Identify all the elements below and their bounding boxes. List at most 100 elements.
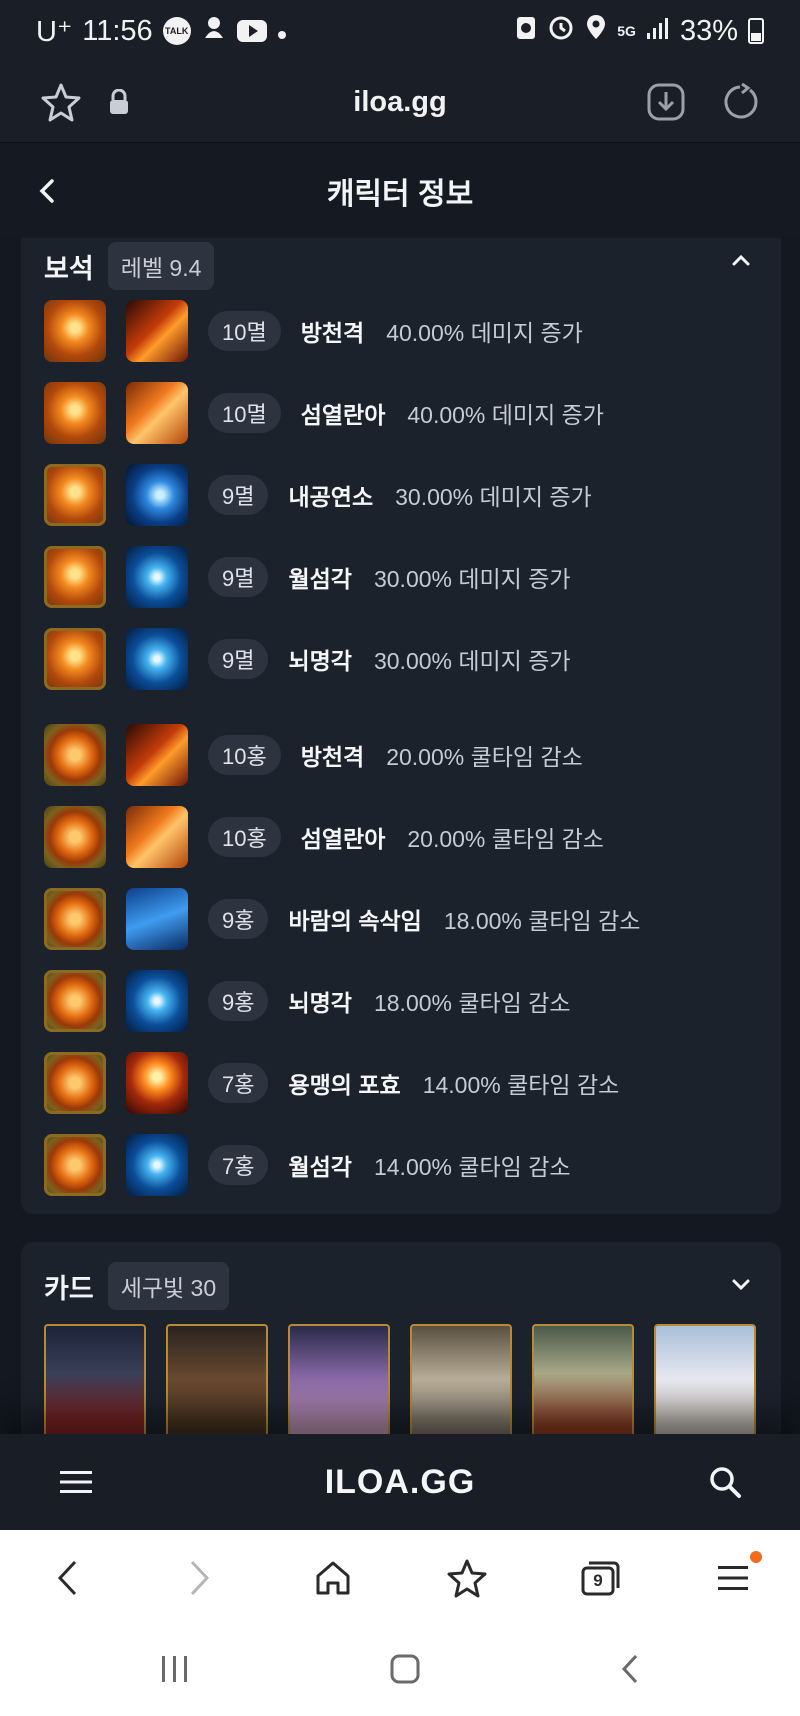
skill-icon xyxy=(126,382,188,444)
youtube-icon xyxy=(236,20,267,42)
status-bar: U⁺ 11:56 TALK 5G 33% xyxy=(0,0,800,62)
battery-level: 33% xyxy=(679,14,738,47)
gem-effect: 30.00% 데미지 증가 xyxy=(373,648,571,674)
gems-header: 보석 레벨 9.4 xyxy=(44,242,215,290)
gem-effect: 14.00% 쿨타임 감소 xyxy=(373,1154,571,1180)
crimson-flame-gem-icon xyxy=(44,806,106,868)
gem-row[interactable]: 9멸 뇌명각 30.00% 데미지 증가 xyxy=(44,628,571,690)
gem-effect: 18.00% 쿨타임 감소 xyxy=(373,990,571,1016)
notification-icon xyxy=(201,14,227,48)
tab-count: 9 xyxy=(593,1571,603,1590)
expand-chevron-down-icon[interactable] xyxy=(729,1272,753,1301)
annihilation-gem-icon xyxy=(44,382,106,444)
system-back-icon[interactable] xyxy=(619,1652,641,1691)
card-image[interactable] xyxy=(44,1324,146,1442)
skill-icon xyxy=(126,464,188,526)
gem-level-pill: 10멸 xyxy=(208,311,281,351)
reload-icon[interactable] xyxy=(720,82,760,122)
gem-row[interactable]: 10홍 방천격 20.00% 쿨타임 감소 xyxy=(44,724,583,786)
home-icon[interactable] xyxy=(298,1543,368,1613)
network-5g-label: 5G xyxy=(617,23,636,39)
skill-icon xyxy=(126,970,188,1032)
battery-icon xyxy=(748,18,764,44)
cards-title: 카드 xyxy=(44,1273,94,1304)
crimson-flame-gem-icon xyxy=(44,1052,106,1114)
gem-row[interactable]: 9홍 바람의 속삭임 18.00% 쿨타임 감소 xyxy=(44,888,640,950)
cards-panel: 카드 세구빛 30 xyxy=(21,1242,781,1442)
skill-name: 월섬각 xyxy=(288,566,352,592)
hamburger-menu-icon[interactable] xyxy=(58,1468,94,1496)
annihilation-gem-icon xyxy=(44,546,106,608)
cards-header: 카드 세구빛 30 xyxy=(44,1262,230,1310)
gems-title: 보석 xyxy=(44,253,94,284)
skill-name: 뇌명각 xyxy=(288,648,352,674)
recycle-icon xyxy=(515,13,537,49)
card-image[interactable] xyxy=(410,1324,512,1442)
skill-icon xyxy=(126,546,188,608)
skill-name: 내공연소 xyxy=(288,484,374,510)
skill-name: 뇌명각 xyxy=(288,990,352,1016)
gem-effect: 40.00% 데미지 증가 xyxy=(407,402,604,428)
gem-row[interactable]: 9멸 월섬각 30.00% 데미지 증가 xyxy=(44,546,571,608)
gem-effect: 14.00% 쿨타임 감소 xyxy=(422,1072,620,1098)
gem-level-pill: 10멸 xyxy=(208,393,281,433)
gem-effect: 40.00% 데미지 증가 xyxy=(386,320,583,346)
recent-apps-icon[interactable] xyxy=(159,1654,191,1689)
gem-row[interactable]: 9홍 뇌명각 18.00% 쿨타임 감소 xyxy=(44,970,571,1032)
site-logo[interactable]: ILOA.GG xyxy=(0,1463,800,1502)
gem-level-badge: 레벨 9.4 xyxy=(107,242,215,290)
bookmark-star-icon[interactable] xyxy=(40,81,82,123)
skill-name: 방천격 xyxy=(300,320,365,346)
skill-name: 방천격 xyxy=(300,744,365,770)
card-image[interactable] xyxy=(654,1324,756,1442)
site-bottom-bar: ILOA.GG xyxy=(0,1434,800,1530)
gem-row[interactable]: 7홍 월섬각 14.00% 쿨타임 감소 xyxy=(44,1134,571,1196)
gem-level-pill: 9홍 xyxy=(208,899,269,939)
gem-row[interactable]: 7홍 용맹의 포효 14.00% 쿨타임 감소 xyxy=(44,1052,619,1114)
kakaotalk-icon: TALK xyxy=(162,17,191,45)
card-image[interactable] xyxy=(288,1324,390,1442)
gem-row[interactable]: 9멸 내공연소 30.00% 데미지 증가 xyxy=(44,464,592,526)
search-icon[interactable] xyxy=(708,1465,742,1499)
card-image[interactable] xyxy=(532,1324,634,1442)
back-arrow-icon[interactable] xyxy=(32,1543,102,1613)
gem-row[interactable]: 10멸 섬열란아 40.00% 데미지 증가 xyxy=(44,382,604,444)
skill-icon xyxy=(126,888,188,950)
bookmarks-star-icon[interactable] xyxy=(432,1543,502,1613)
card-image[interactable] xyxy=(166,1324,268,1442)
skill-icon xyxy=(126,1052,188,1114)
gem-level-pill: 9멸 xyxy=(208,639,269,679)
gem-level-pill: 10홍 xyxy=(208,735,281,775)
menu-lines-icon[interactable] xyxy=(698,1543,768,1613)
gem-level-pill: 10홍 xyxy=(208,817,281,857)
gem-row[interactable]: 10홍 섬열란아 20.00% 쿨타임 감소 xyxy=(44,806,604,868)
skill-icon xyxy=(126,1134,188,1196)
skill-name: 바람의 속삭임 xyxy=(288,908,422,934)
card-image-row xyxy=(44,1324,756,1442)
gem-level-pill: 9홍 xyxy=(208,981,269,1021)
skill-icon xyxy=(126,300,188,362)
gem-effect: 20.00% 쿨타임 감소 xyxy=(407,826,604,852)
skill-icon xyxy=(126,724,188,786)
carrier-label: U⁺ xyxy=(36,15,73,48)
skill-name: 용맹의 포효 xyxy=(288,1072,401,1098)
lock-icon xyxy=(108,89,130,115)
gem-row[interactable]: 10멸 방천격 40.00% 데미지 증가 xyxy=(44,300,583,362)
skill-icon xyxy=(126,806,188,868)
home-square-icon[interactable] xyxy=(389,1653,421,1690)
location-icon xyxy=(585,13,607,49)
crimson-flame-gem-icon xyxy=(44,888,106,950)
download-icon[interactable] xyxy=(646,82,686,122)
page-header: 캐릭터 정보 xyxy=(0,142,800,238)
gem-level-pill: 7홍 xyxy=(208,1145,269,1185)
annihilation-gem-icon xyxy=(44,464,106,526)
skill-name: 섬열란아 xyxy=(300,826,386,852)
forward-arrow-icon[interactable] xyxy=(165,1543,235,1613)
crimson-flame-gem-icon xyxy=(44,724,106,786)
back-chevron-icon[interactable] xyxy=(36,173,58,214)
signal-icon xyxy=(646,15,670,48)
browser-toolbar: iloa.gg xyxy=(0,62,800,142)
skill-name: 월섬각 xyxy=(288,1154,352,1180)
tabs-icon[interactable]: 9 xyxy=(565,1543,635,1613)
collapse-chevron-up-icon[interactable] xyxy=(729,248,753,277)
